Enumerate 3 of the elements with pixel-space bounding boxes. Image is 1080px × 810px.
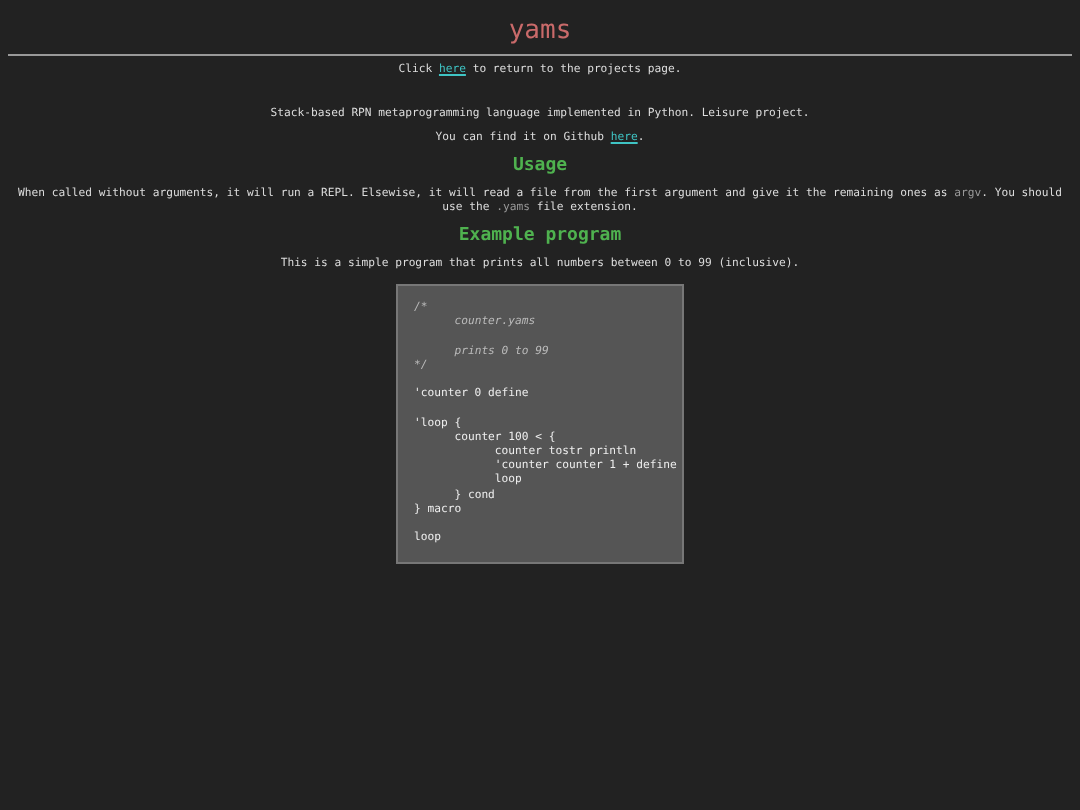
section-heading: Example program [458, 226, 622, 246]
page-title: yams [506, 14, 574, 50]
section-heading: Usage [512, 156, 568, 176]
